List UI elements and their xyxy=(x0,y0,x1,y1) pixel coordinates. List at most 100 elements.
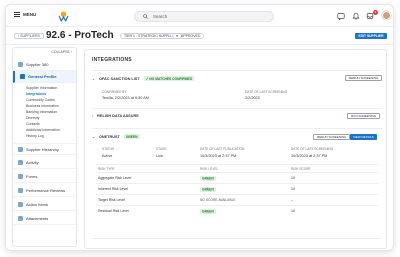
notification-count-badge: 2 xyxy=(373,10,378,15)
edit-supplier-button[interactable]: EDIT SUPPLIER xyxy=(355,33,387,39)
globe-icon xyxy=(18,62,23,67)
status-dropdown[interactable]: ✓ APPROVED xyxy=(172,33,205,39)
ofac-status-badge: ✓ NO MATCHES CONFIRMED xyxy=(143,76,195,81)
risk-score-cell: 10 xyxy=(291,209,295,213)
subnav-supplier-information[interactable]: Supplier Information xyxy=(26,86,57,90)
divider xyxy=(96,205,378,206)
risk-score-header: RISK SCORE xyxy=(291,167,311,171)
subnav-additional-information[interactable]: Additional Information xyxy=(26,128,60,132)
risk-level-badge: GREEN xyxy=(200,175,216,181)
subnav-integrations[interactable]: Integrations xyxy=(26,92,46,96)
onetrust-status-badge: GREEN xyxy=(123,134,140,139)
risk-level-header: RISK LEVEL xyxy=(200,167,219,171)
chevron-left-icon: ‹ xyxy=(70,50,72,54)
search-placeholder: Search xyxy=(153,14,168,19)
divider xyxy=(96,183,378,184)
subnav-history-log[interactable]: History Log xyxy=(26,134,44,138)
confirmed-by-label: CONFIRMED BY xyxy=(102,90,127,94)
sidebar-item-label: Supplier Hierarchy xyxy=(26,146,59,152)
subnav-commodity-codes[interactable]: Commodity Codes xyxy=(26,98,55,102)
risk-type-header: RISK TYPE xyxy=(98,167,115,171)
action-items-icon xyxy=(18,202,23,207)
divider xyxy=(92,108,382,109)
sidebar-item-label: General Profile xyxy=(28,74,57,79)
sidebar-item-activity[interactable]: Activity xyxy=(13,157,76,169)
sidebar-item-supplier-360[interactable]: Supplier 360 xyxy=(13,59,76,71)
tier-label: TIER 1 - STRATEGIC SUPPLI... xyxy=(124,34,175,38)
risk-level-badge: GREEN xyxy=(200,208,216,214)
menu-button[interactable]: MENU xyxy=(14,12,36,17)
activity-icon xyxy=(18,160,23,165)
status-label: APPROVED xyxy=(180,34,201,38)
collapse-sidebar-button[interactable]: COLLAPSE ‹ xyxy=(51,50,72,54)
subnav-banking-information[interactable]: Banking Information xyxy=(26,110,57,114)
subnav-business-information[interactable]: Business Information xyxy=(26,104,59,108)
notifications-bell-icon[interactable] xyxy=(352,12,360,20)
search-icon xyxy=(143,14,148,19)
risk-type-cell: Inherent Risk Level xyxy=(98,187,128,191)
onetrust-rerun-screening-button[interactable]: RERUN SCREENING xyxy=(313,134,351,140)
onetrust-title: ONETRUST xyxy=(98,134,120,139)
back-label: SUPPLIERS xyxy=(20,34,40,38)
last-publication-label: DATE OF LAST PUBLICATION xyxy=(200,147,245,151)
chevron-down-icon: ⌄ xyxy=(92,134,95,139)
confirmed-by-value: Tenilia, 2/2/2023 at 9:50 AM xyxy=(102,96,149,100)
back-to-suppliers-button[interactable]: ‹ SUPPLIERS xyxy=(14,33,44,39)
risk-type-cell: Target Risk Level xyxy=(98,198,125,202)
sidebar-item-label: Action Items xyxy=(26,202,49,207)
chat-icon[interactable] xyxy=(337,12,345,20)
sidebar-item-performance-reviews[interactable]: Performance Reviews xyxy=(13,185,76,197)
sidebar-item-label: Forms xyxy=(26,174,38,179)
sidebar-item-label: Supplier 360 xyxy=(26,62,49,67)
risk-level-badge: GREEN xyxy=(200,186,216,192)
ofac-status-text: NO MATCHES CONFIRMED xyxy=(149,76,193,81)
last-screening-label: DATE OF LAST SCREENING xyxy=(291,147,334,151)
stage-field-value: Live xyxy=(156,154,163,158)
risk-score-cell: 10 xyxy=(291,176,295,180)
page-title: 92.6 - ProTech xyxy=(46,30,114,41)
stage-field-label: STAGE xyxy=(156,147,167,151)
last-screening-value: 10/3/2023 at 2:37 PM xyxy=(291,154,328,158)
subnav-contacts[interactable]: Contacts xyxy=(26,122,40,126)
ofac-last-screening-label: DATE OF LAST SCREENING xyxy=(245,90,288,94)
status-field-label: STATUS xyxy=(102,147,115,151)
sidebar-item-supplier-hierarchy[interactable]: Supplier Hierarchy xyxy=(13,143,76,155)
app-window: MENU Search 2 ‹ SUPPLIERS 92.6 - ProTech… xyxy=(5,4,394,251)
collapse-label: COLLAPSE xyxy=(51,50,70,54)
subnav-diversity[interactable]: Diversity xyxy=(26,116,39,120)
divider xyxy=(92,128,382,129)
ofac-rerun-screening-button[interactable]: RERUN SCREENING xyxy=(345,75,383,81)
relish-run-screening-button[interactable]: RUN SCREENING xyxy=(347,113,381,119)
profile-icon xyxy=(20,74,25,79)
relish-section-toggle[interactable]: › RELISH DATA ASSURE xyxy=(92,114,139,118)
sidebar-item-attachments[interactable]: Attachments xyxy=(13,213,76,225)
divider xyxy=(96,164,378,165)
sidebar-item-action-items[interactable]: Action Items xyxy=(13,199,76,211)
sidebar-item-label: Performance Reviews xyxy=(26,188,66,193)
workday-logo-icon xyxy=(58,11,69,22)
sidebar-item-label: Attachments xyxy=(26,216,49,221)
status-field-value: Active xyxy=(102,154,113,158)
performance-icon xyxy=(18,188,23,193)
search-input[interactable]: Search xyxy=(134,11,274,22)
onetrust-section-toggle[interactable]: ⌄ ONETRUST GREEN xyxy=(92,134,140,139)
risk-type-cell: Aggregate Risk Level xyxy=(98,176,132,180)
integrations-panel: INTEGRATIONS ⌄ OFAC SANCTION LIST ✓ NO M… xyxy=(84,49,387,249)
risk-level-cell: NO SCORE AVAILABLE xyxy=(200,198,236,202)
chevron-left-icon: ‹ xyxy=(18,34,20,38)
sidebar-item-label: Activity xyxy=(26,160,39,165)
sidebar: COLLAPSE ‹ Supplier 360 General Profile … xyxy=(12,47,77,247)
chevron-right-icon: › xyxy=(92,114,94,118)
sidebar-item-forms[interactable]: Forms xyxy=(13,171,76,183)
last-publication-value: 10/3/2023 at 2:37 PM xyxy=(200,154,237,158)
hamburger-icon xyxy=(14,12,20,17)
risk-type-cell: Residual Risk Level xyxy=(98,209,129,213)
view-details-button[interactable]: VIEW DETAILS xyxy=(350,134,377,140)
risk-score-cell: 10 xyxy=(291,187,295,191)
divider xyxy=(96,194,378,195)
ofac-section-toggle[interactable]: ⌄ OFAC SANCTION LIST ✓ NO MATCHES CONFIR… xyxy=(92,76,195,81)
chevron-down-icon: ⌄ xyxy=(92,76,95,81)
sidebar-item-general-profile[interactable]: General Profile xyxy=(13,71,76,83)
divider xyxy=(96,172,378,173)
user-avatar[interactable] xyxy=(382,11,391,20)
